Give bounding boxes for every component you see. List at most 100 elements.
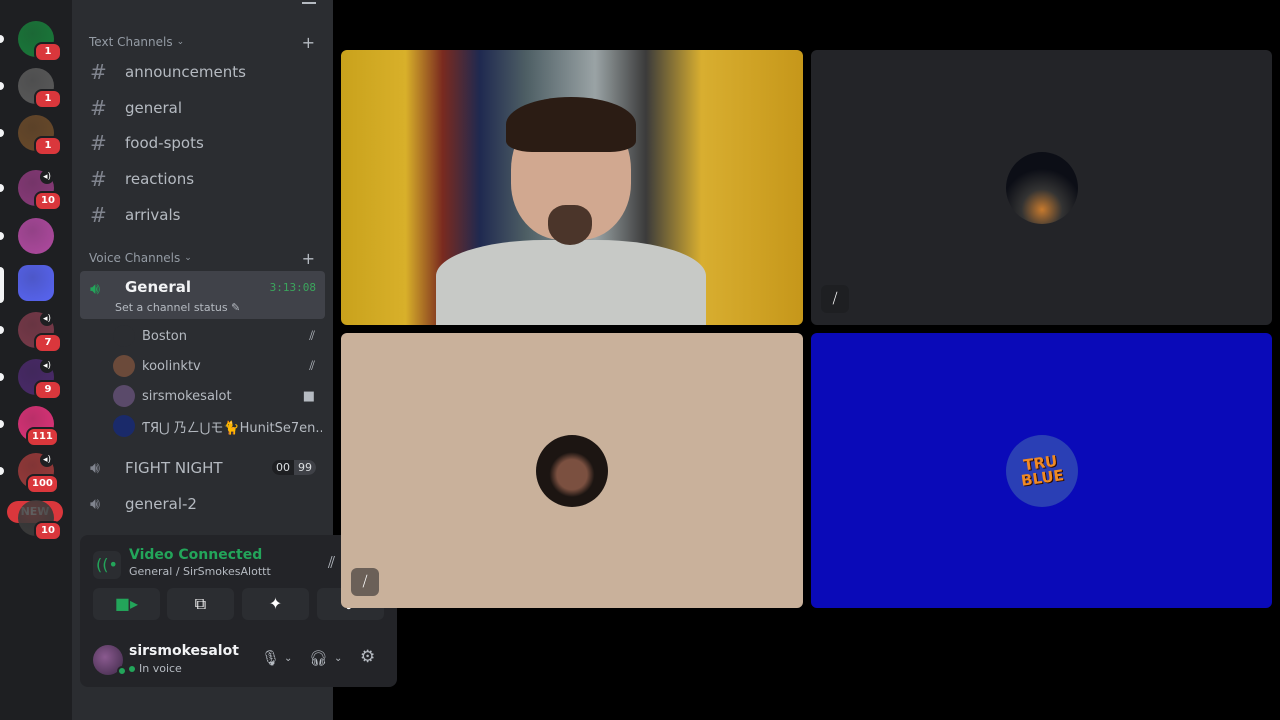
add-channel-icon[interactable]: + [302, 33, 315, 52]
set-channel-status[interactable]: Set a channel status ✎ [115, 301, 240, 314]
voice-user[interactable]: ƬЯ⋃ 乃ㄥ⋃モ🐈HunitSe7en... [113, 412, 325, 440]
channel-name: food-spots [125, 134, 204, 153]
voice-user-name: Boston [142, 328, 187, 344]
mic-off-icon: ⧸ [821, 285, 849, 313]
avatar [113, 385, 135, 407]
server-rail: NEW 11110◂)7◂)9◂)111100◂)10 [0, 0, 72, 720]
screen-share-button[interactable]: ⧉ [167, 588, 234, 620]
participant-video [436, 97, 706, 325]
avatar [113, 325, 135, 347]
chevron-down-icon: ⌄ [176, 37, 185, 47]
text-channel-announcements[interactable]: # announcements [80, 56, 325, 88]
chevron-down-icon[interactable]: ⌄ [334, 653, 342, 664]
camera-button[interactable]: ■▸ [93, 588, 160, 620]
voice-user-name: koolinktv [142, 358, 201, 374]
activities-icon: ✦ [268, 594, 283, 613]
voice-channel-general[interactable]: 🔊︎ General 3:13:08 Set a channel status … [80, 271, 325, 319]
avatar: TRU BLUE [1005, 434, 1078, 507]
text-channel-arrivals[interactable]: # arrivals [80, 199, 325, 231]
tru-blue-logo: TRU BLUE [1019, 451, 1065, 490]
unread-indicator [0, 35, 4, 43]
avatar [113, 415, 135, 437]
channel-name: FIGHT NIGHT [125, 459, 223, 477]
unread-indicator [0, 129, 4, 137]
speaker-icon: ◂) [40, 359, 54, 373]
voice-user[interactable]: koolinktv ⫽ [113, 352, 325, 380]
gear-icon[interactable]: ⚙ [360, 647, 375, 667]
mention-badge: 9 [34, 380, 62, 400]
speaker-icon: 🔊︎ [90, 494, 101, 513]
hash-icon: # [90, 60, 107, 84]
video-tile[interactable]: TRU BLUE [811, 333, 1272, 608]
mention-badge: 10 [34, 191, 62, 211]
video-tile[interactable] [341, 50, 803, 325]
active-server-indicator [0, 267, 4, 303]
add-channel-icon[interactable]: + [302, 249, 315, 268]
voice-channel-general-2[interactable]: 🔊︎ general-2 [80, 488, 325, 520]
mention-badge: 1 [34, 89, 62, 109]
server-icon[interactable] [18, 218, 54, 254]
hash-icon: # [90, 95, 107, 120]
speaker-icon: 🔊︎ [90, 279, 101, 298]
chevron-down-icon[interactable]: ⌄ [284, 653, 292, 664]
channel-name: reactions [125, 170, 195, 189]
text-channel-food-spots[interactable]: # food-spots [80, 127, 325, 159]
channel-name: general [125, 98, 183, 117]
online-status-dot [117, 666, 127, 676]
chevron-down-icon: ⌄ [184, 253, 192, 263]
video-tile[interactable]: ⧸ [341, 333, 803, 608]
speaker-icon: 🔊︎ [90, 458, 101, 477]
screen-share-icon: ⧉ [194, 594, 207, 613]
avatar [1005, 151, 1078, 224]
voice-user[interactable]: Boston ⫽ [113, 322, 325, 350]
avatar [113, 355, 135, 377]
voice-channel-fight-night[interactable]: 🔊︎ FIGHT NIGHT 00 99 [80, 452, 325, 484]
unread-indicator [0, 326, 4, 334]
channel-name: general-2 [125, 495, 197, 513]
user-status: In voice [129, 662, 182, 675]
text-channel-reactions[interactable]: # reactions [80, 163, 325, 195]
mic-off-icon: ⫽ [309, 358, 315, 374]
video-tile[interactable]: ⧸ [811, 50, 1272, 325]
mention-badge: 1 [34, 42, 62, 62]
activities-button[interactable]: ✦ [242, 588, 309, 620]
unread-indicator [0, 420, 4, 428]
unread-indicator [0, 82, 4, 90]
text-channel-general[interactable]: # general [80, 92, 325, 124]
hash-icon: # [90, 131, 107, 156]
voice-channels-category[interactable]: Voice Channels ⌄ + [89, 249, 315, 268]
connection-status[interactable]: Video Connected [129, 547, 262, 563]
mention-badge: 100 [26, 474, 59, 494]
mention-badge: 10 [34, 521, 62, 541]
unread-indicator [0, 184, 4, 192]
noise-suppression-icon[interactable]: ⫽ [328, 553, 335, 573]
user-limit-pill: 00 99 [272, 460, 316, 475]
mention-badge: 7 [34, 333, 62, 353]
user-name[interactable]: sirsmokesalot [129, 643, 239, 659]
video-icon: ■ [302, 388, 315, 404]
channel-name: General [125, 278, 191, 296]
channel-sidebar: Text Channels ⌄ + # announcements # general… [72, 0, 397, 720]
header-menu-icon[interactable] [302, 0, 316, 4]
voice-user[interactable]: sirsmokesalot ■ [113, 382, 325, 410]
headphones-icon[interactable]: 🎧︎ [309, 649, 328, 667]
category-label: Voice Channels [89, 251, 181, 265]
unread-indicator [0, 373, 4, 381]
server-icon[interactable] [18, 265, 54, 301]
microphone-icon[interactable]: 🎙︎ [261, 649, 280, 667]
voice-user-name: sirsmokesalot [142, 388, 232, 404]
speaker-icon: ◂) [40, 312, 54, 326]
speaker-icon: ◂) [40, 453, 54, 467]
voice-user-name: ƬЯ⋃ 乃ㄥ⋃モ🐈HunitSe7en... [142, 420, 322, 436]
channel-name: arrivals [125, 205, 181, 224]
hash-icon: # [90, 167, 107, 192]
category-label: Text Channels [89, 35, 173, 49]
text-channels-category[interactable]: Text Channels ⌄ + [89, 33, 315, 52]
mic-off-icon: ⧸ [351, 568, 379, 596]
camera-icon: ■▸ [114, 594, 139, 613]
connection-location[interactable]: General / SirSmokesAlottt [129, 565, 271, 578]
call-timer: 3:13:08 [269, 281, 316, 294]
unread-indicator [0, 232, 4, 240]
hash-icon: # [90, 202, 107, 227]
mention-badge: 1 [34, 136, 62, 156]
